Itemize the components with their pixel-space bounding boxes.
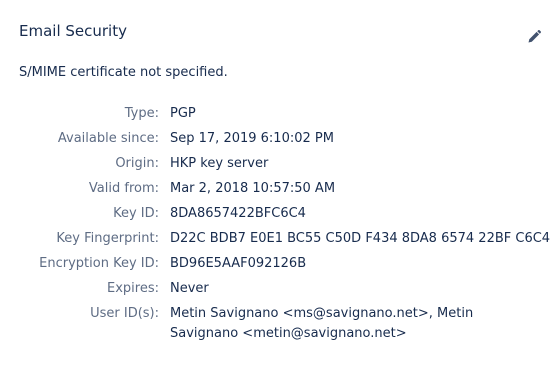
key-id-label: Key ID: <box>113 206 159 221</box>
valid-from-label: Valid from: <box>88 181 159 196</box>
key-fingerprint-value: D22C BDB7 E0E1 BC55 C50D F434 8DA8 6574 … <box>170 231 551 246</box>
expires-label: Expires: <box>107 281 159 296</box>
type-row: Type: PGP <box>0 104 560 129</box>
origin-label: Origin: <box>115 156 159 171</box>
type-label: Type: <box>124 106 159 121</box>
user-ids-row: User ID(s): Metin Savignano <ms@savignan… <box>0 304 560 350</box>
origin-value: HKP key server <box>170 156 269 171</box>
smime-status: S/MIME certificate not specified. <box>19 65 228 80</box>
key-id-row: Key ID: 8DA8657422BFC6C4 <box>0 204 560 229</box>
valid-from-row: Valid from: Mar 2, 2018 10:57:50 AM <box>0 179 560 204</box>
key-fingerprint-label: Key Fingerprint: <box>56 231 159 246</box>
expires-value: Never <box>170 281 209 296</box>
user-ids-value: Metin Savignano <ms@savignano.net>, Meti… <box>170 306 474 341</box>
key-details: Type: PGP Available since: Sep 17, 2019 … <box>0 104 560 350</box>
encryption-key-id-value: BD96E5AAF092126B <box>170 256 307 271</box>
encryption-key-id-row: Encryption Key ID: BD96E5AAF092126B <box>0 254 560 279</box>
available-since-label: Available since: <box>57 131 159 146</box>
available-since-row: Available since: Sep 17, 2019 6:10:02 PM <box>0 129 560 154</box>
key-fingerprint-row: Key Fingerprint: D22C BDB7 E0E1 BC55 C50… <box>0 229 560 254</box>
expires-row: Expires: Never <box>0 279 560 304</box>
available-since-value: Sep 17, 2019 6:10:02 PM <box>170 131 334 146</box>
origin-row: Origin: HKP key server <box>0 154 560 179</box>
key-id-value: 8DA8657422BFC6C4 <box>170 206 306 221</box>
user-ids-label: User ID(s): <box>90 306 159 321</box>
pencil-icon <box>526 29 542 45</box>
edit-button[interactable] <box>526 29 542 45</box>
encryption-key-id-label: Encryption Key ID: <box>39 256 159 271</box>
section-title: Email Security <box>19 22 127 40</box>
valid-from-value: Mar 2, 2018 10:57:50 AM <box>170 181 336 196</box>
type-value: PGP <box>170 106 196 121</box>
email-security-panel: Email Security S/MIME certificate not sp… <box>0 0 560 372</box>
